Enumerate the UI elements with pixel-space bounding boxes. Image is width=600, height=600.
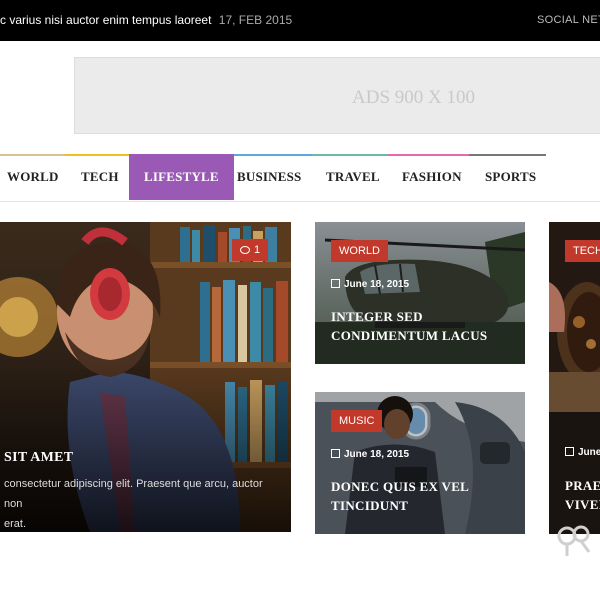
featured-post-title[interactable]: SIT AMET [4, 448, 73, 467]
nav-item-lifestyle[interactable]: LIFESTYLE [129, 154, 234, 200]
featured-post-excerpt: consectetur adipiscing elit. Praesent qu… [4, 474, 284, 532]
ticker-date: 17, FEB 2015 [218, 13, 293, 27]
excerpt-line: consectetur adipiscing elit. Praesent qu… [4, 478, 263, 510]
post-title-line: VIVER [565, 497, 600, 512]
key-icon [557, 525, 591, 556]
calendar-icon [565, 447, 574, 456]
category-badge[interactable]: MUSIC [331, 410, 383, 432]
nav-item-travel[interactable]: TRAVEL [326, 154, 380, 200]
ad-banner[interactable]: ADS 900 X 100 [74, 57, 600, 134]
nav-item-business[interactable]: BUSINESS [237, 154, 301, 200]
excerpt-line: erat. [4, 518, 27, 530]
post-title-line: INTEGER SED [331, 309, 423, 324]
comment-icon [240, 246, 250, 254]
post-title-line: PRAES [565, 478, 600, 493]
comment-count: 1 [254, 244, 261, 256]
calendar-icon [331, 279, 340, 288]
category-badge[interactable]: WORLD [331, 240, 388, 262]
post-title-line: DONEC QUIS EX VEL [331, 479, 470, 494]
news-ticker[interactable]: c varius nisi auctor enim tempus laoreet… [0, 13, 292, 27]
main-nav: WORLD TECH LIFESTYLE BUSINESS TRAVEL FAS… [0, 154, 600, 202]
post-date: June 18, 2015 [331, 449, 409, 460]
nav-item-sports[interactable]: SPORTS [485, 154, 536, 200]
post-date-text: June [578, 447, 600, 458]
ad-label: ADS 900 X 100 [352, 87, 475, 108]
social-networks-label: SOCIAL NETW [537, 14, 600, 26]
post-date: June 18, 2015 [331, 279, 409, 290]
post-date: June [565, 447, 600, 458]
post-card[interactable]: MUSIC June 18, 2015 DONEC QUIS EX VEL TI… [315, 392, 525, 534]
post-date-text: June 18, 2015 [344, 449, 410, 460]
ticker-text[interactable]: c varius nisi auctor enim tempus laoreet [0, 13, 211, 27]
comment-count-badge[interactable]: 1 [232, 239, 269, 261]
post-title-line: TINCIDUNT [331, 498, 409, 513]
category-badge[interactable]: TECH [565, 240, 600, 262]
nav-item-fashion[interactable]: FASHION [402, 154, 462, 200]
nav-item-world[interactable]: WORLD [7, 154, 59, 200]
nav-item-tech[interactable]: TECH [81, 154, 119, 200]
post-card[interactable]: TECH June PRAES VIVER [549, 222, 600, 534]
post-title[interactable]: PRAES VIVER [565, 476, 600, 514]
calendar-icon [331, 449, 340, 458]
featured-post-card[interactable]: 1 SIT AMET consectetur adipiscing elit. … [0, 222, 291, 532]
post-title-line: CONDIMENTUM LACUS [331, 328, 488, 343]
top-bar: c varius nisi auctor enim tempus laoreet… [0, 0, 600, 41]
post-title[interactable]: DONEC QUIS EX VEL TINCIDUNT [331, 477, 469, 515]
post-title[interactable]: INTEGER SED CONDIMENTUM LACUS [331, 307, 487, 345]
post-card[interactable]: WORLD June 18, 2015 INTEGER SED CONDIMEN… [315, 222, 525, 364]
post-date-text: June 18, 2015 [344, 279, 410, 290]
